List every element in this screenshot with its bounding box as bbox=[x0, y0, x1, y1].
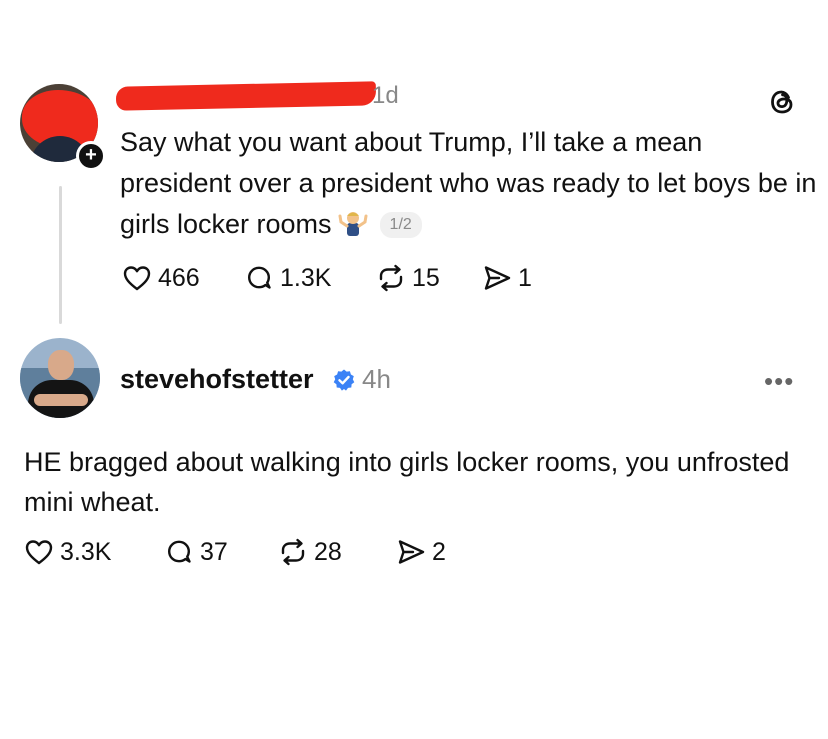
reply-count: 37 bbox=[200, 537, 228, 566]
like-button[interactable]: 3.3K bbox=[24, 537, 164, 567]
post-text: Say what you want about Trump, I’ll take… bbox=[120, 127, 817, 239]
share-icon bbox=[484, 266, 511, 290]
follow-plus-button[interactable]: + bbox=[76, 141, 106, 171]
thread-connector-line bbox=[59, 186, 62, 324]
verified-icon bbox=[333, 369, 355, 391]
heart-icon bbox=[123, 266, 151, 291]
post-body: Say what you want about Trump, I’ll take… bbox=[120, 122, 820, 245]
post-username[interactable]: stevehofstetter bbox=[120, 364, 314, 395]
reply-button[interactable]: 37 bbox=[164, 537, 278, 567]
reply-button[interactable]: 1.3K bbox=[244, 263, 376, 293]
reply-count: 1.3K bbox=[280, 263, 332, 292]
share-button[interactable]: 2 bbox=[396, 537, 446, 567]
repost-button[interactable]: 28 bbox=[278, 537, 396, 567]
like-count: 3.3K bbox=[60, 537, 112, 566]
person-shrugging-emoji-icon bbox=[338, 212, 368, 236]
more-options-icon[interactable]: ••• bbox=[764, 366, 794, 397]
redacted-username bbox=[115, 81, 377, 111]
threads-logo-icon[interactable] bbox=[766, 86, 798, 118]
avatar-stevehofstetter[interactable] bbox=[20, 338, 100, 418]
like-count: 466 bbox=[158, 263, 200, 292]
post-actions: 3.3K 37 28 2 bbox=[24, 537, 446, 567]
post-timestamp: 4h bbox=[362, 364, 391, 394]
like-button[interactable]: 466 bbox=[122, 263, 244, 293]
repost-count: 15 bbox=[412, 263, 440, 292]
comment-icon bbox=[248, 266, 271, 289]
avatar-head bbox=[48, 350, 74, 380]
share-count: 1 bbox=[518, 263, 532, 292]
post-actions: 466 1.3K 15 1 bbox=[122, 263, 532, 293]
repost-count: 28 bbox=[314, 537, 342, 566]
repost-icon bbox=[379, 264, 403, 292]
heart-icon bbox=[25, 540, 53, 565]
repost-icon bbox=[281, 538, 305, 566]
comment-icon bbox=[168, 540, 191, 563]
post-text: HE bragged about walking into girls lock… bbox=[24, 447, 790, 517]
repost-button[interactable]: 15 bbox=[376, 263, 482, 293]
share-count: 2 bbox=[432, 537, 446, 566]
post-timestamp: 1d bbox=[372, 82, 399, 109]
share-button[interactable]: 1 bbox=[482, 263, 532, 293]
avatar-arms bbox=[34, 394, 88, 406]
share-icon bbox=[398, 540, 425, 564]
thread-page-indicator[interactable]: 1/2 bbox=[379, 212, 422, 238]
